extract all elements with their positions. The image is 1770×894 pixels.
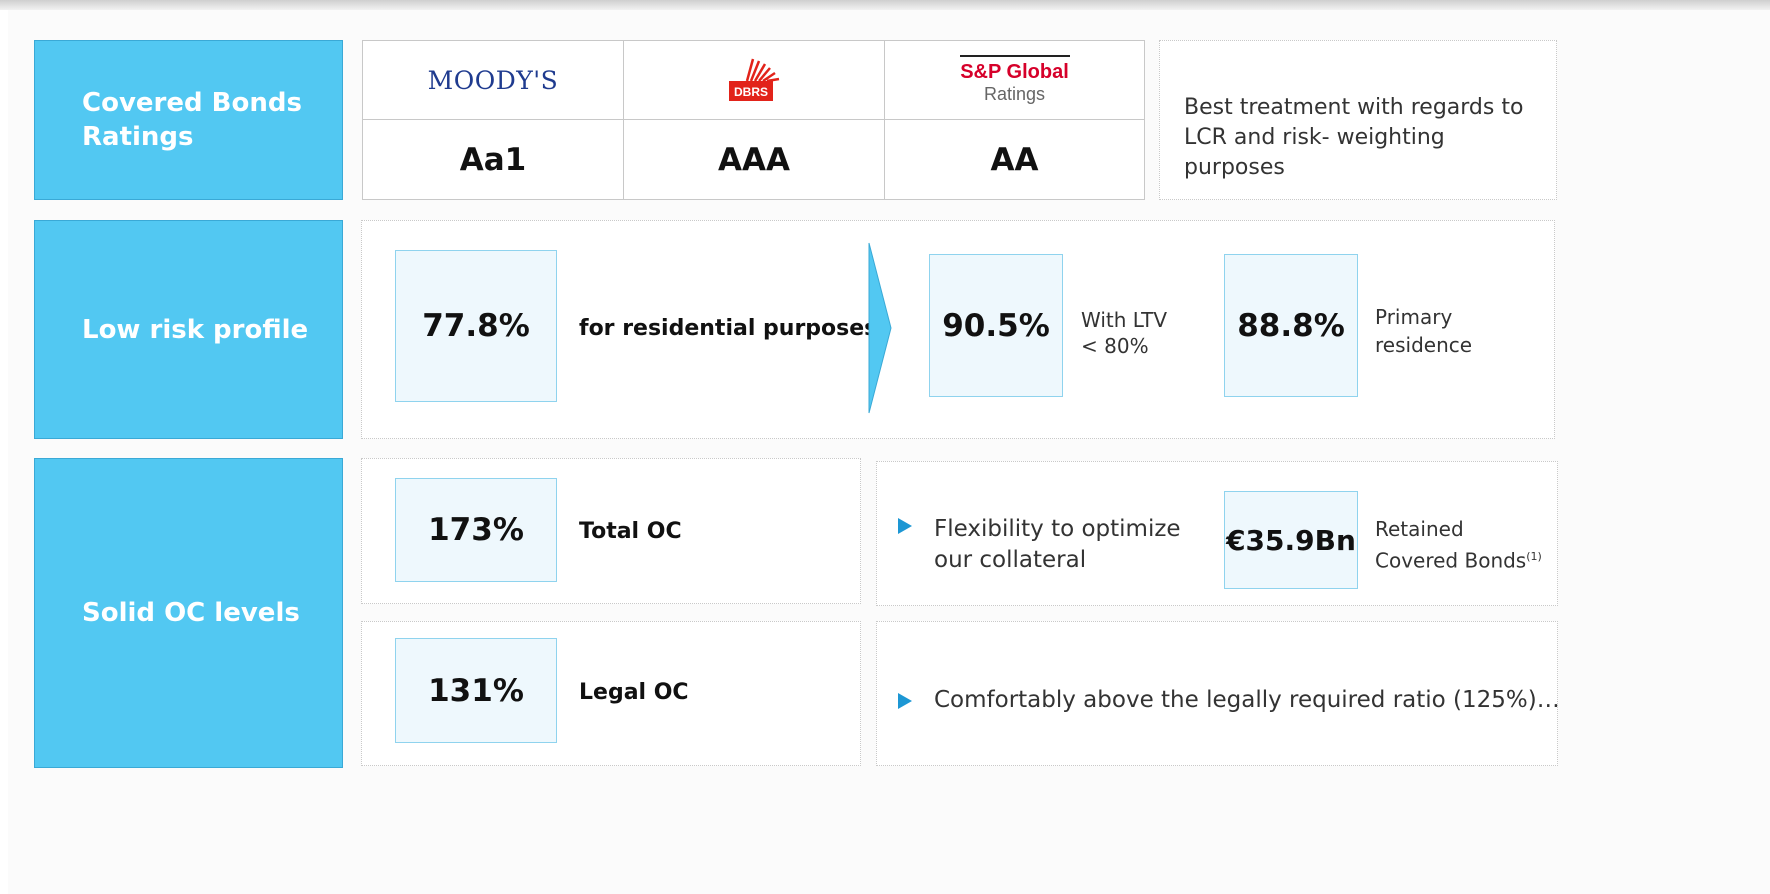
moodys-rating: Aa1 (363, 120, 623, 199)
primary-residence-text: Primary residence (1375, 303, 1472, 359)
top-shadow-bar (0, 0, 1770, 10)
sp-rating-value: AA (990, 141, 1039, 178)
residential-text: for residential purposes (579, 316, 878, 341)
total-oc-text: Total OC (579, 519, 682, 544)
primary-residence-value-box: 88.8% (1224, 254, 1358, 397)
sp-logo-text-bottom: Ratings (983, 84, 1046, 104)
primary-residence-value: 88.8% (1237, 307, 1345, 344)
ltv-text: With LTV < 80% (1081, 307, 1167, 359)
retained-line2: Covered Bonds (1375, 548, 1527, 573)
retained-value-box: €35.9Bn (1224, 491, 1358, 589)
flexibility-line2: our collateral (934, 547, 1087, 573)
row-label-oc: Solid OC levels (34, 458, 343, 768)
dbrs-rating: AAA (624, 120, 884, 199)
total-oc-value: 173% (428, 512, 524, 548)
ltv-text-line2: < 80% (1081, 334, 1149, 358)
dbrs-logo-icon: DBRS (729, 58, 780, 101)
retained-text: Retained Covered Bonds(1) (1375, 515, 1542, 575)
legal-oc-value: 131% (428, 672, 524, 709)
sp-rating: AA (885, 120, 1144, 199)
sp-global-logo: S&P Global Ratings (885, 41, 1144, 119)
dbrs-rating-value: AAA (718, 141, 790, 178)
ratings-label: Covered Bonds Ratings (82, 88, 302, 152)
bullet-arrow-icon (898, 518, 912, 534)
retained-line1: Retained (1375, 517, 1464, 541)
ratings-note: Best treatment with regards to LCR and r… (1184, 95, 1524, 180)
retained-footnote: (1) (1526, 550, 1542, 563)
legal-oc-value-box: 131% (395, 638, 557, 743)
moodys-logo: MOODY'S (363, 41, 623, 119)
row-label-ratings: Covered Bonds Ratings (34, 40, 343, 200)
moodys-rating-value: Aa1 (459, 141, 527, 178)
retained-value: €35.9Bn (1226, 523, 1356, 557)
primary-residence-line2: residence (1375, 333, 1473, 357)
ltv-value: 90.5% (942, 307, 1050, 344)
dbrs-logo: DBRS (624, 41, 884, 119)
ltv-value-box: 90.5% (929, 254, 1063, 397)
sp-logo-rule (959, 55, 1070, 57)
ratings-table: MOODY'S DBRS S&P Global Ratings Aa1 AAA … (362, 40, 1145, 200)
row-label-risk: Low risk profile (34, 220, 343, 439)
flexibility-line1: Flexibility to optimize (934, 516, 1181, 542)
moodys-logo-text: MOODY'S (427, 65, 559, 95)
residential-value-box: 77.8% (395, 250, 557, 402)
sp-logo-text-top: S&P Global (960, 61, 1069, 83)
dbrs-logo-text: DBRS (734, 85, 768, 99)
oc-label: Solid OC levels (82, 598, 300, 628)
total-oc-value-box: 173% (395, 478, 557, 582)
ltv-text-line1: With LTV (1081, 308, 1168, 332)
primary-residence-line1: Primary (1375, 305, 1453, 329)
legal-oc-text: Legal OC (579, 680, 689, 705)
comfort-text: Comfortably above the legally required r… (934, 687, 1560, 713)
ratings-note-panel: Best treatment with regards to LCR and r… (1159, 40, 1557, 200)
flexibility-text: Flexibility to optimize our collateral (934, 514, 1181, 576)
residential-value: 77.8% (422, 308, 530, 344)
arrow-chevron-icon (868, 242, 892, 414)
risk-label: Low risk profile (82, 314, 309, 345)
bullet-arrow-icon (898, 693, 912, 709)
